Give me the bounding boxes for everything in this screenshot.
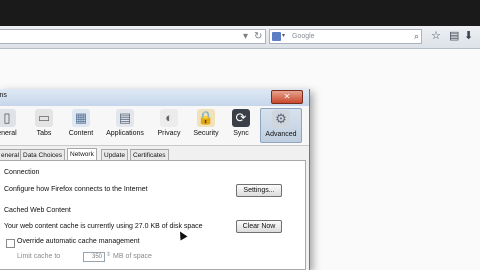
connection-description: Configure how Firefox connects to the In… bbox=[4, 186, 148, 193]
network-tab-panel: Connection Configure how Firefox connect… bbox=[0, 160, 306, 270]
connection-heading: Connection bbox=[4, 169, 40, 176]
tab-update[interactable]: Update bbox=[101, 149, 128, 160]
cache-limit-unit: MB of space bbox=[113, 253, 152, 260]
pane-advanced[interactable]: ⚙ Advanced bbox=[260, 108, 302, 143]
override-cache-label: Override automatic cache management bbox=[17, 238, 140, 245]
pane-sync[interactable]: ⟳ Sync bbox=[229, 108, 253, 143]
privacy-icon: ◐ bbox=[160, 109, 178, 127]
search-engine-dropdown-icon[interactable]: ▾ bbox=[282, 30, 285, 43]
dialog-title: ions bbox=[0, 92, 7, 99]
pane-tabs[interactable]: ▭ Tabs bbox=[30, 108, 58, 143]
download-icon[interactable]: ⬇ bbox=[464, 30, 473, 43]
pane-privacy[interactable]: ◐ Privacy bbox=[155, 108, 183, 143]
applications-icon: ▤ bbox=[116, 109, 134, 127]
pane-content[interactable]: ▦ Content bbox=[64, 108, 98, 143]
pane-applications[interactable]: ▤ Applications bbox=[103, 108, 147, 143]
tab-certificates[interactable]: Certificates bbox=[130, 149, 169, 160]
advanced-icon: ⚙ bbox=[272, 110, 290, 128]
reload-icon[interactable]: ↻ bbox=[254, 30, 262, 44]
bookmark-star-icon[interactable]: ☆ bbox=[431, 30, 441, 43]
override-cache-checkbox[interactable] bbox=[6, 239, 15, 248]
security-icon: 🔒 bbox=[197, 109, 215, 127]
tabs-icon: ▭ bbox=[35, 109, 53, 127]
window-top-bar bbox=[0, 0, 480, 26]
pane-sync-label: Sync bbox=[233, 130, 249, 137]
dropdown-icon[interactable]: ▾ bbox=[243, 30, 248, 44]
advanced-tabs: eneral Data Choices Network Update Certi… bbox=[0, 148, 309, 161]
cache-usage-text: Your web content cache is currently usin… bbox=[4, 223, 203, 230]
search-bar[interactable]: ▾ Google ⌕ bbox=[269, 29, 422, 44]
close-button[interactable]: ✕ bbox=[271, 90, 303, 104]
connection-settings-button[interactable]: Settings... bbox=[236, 184, 282, 197]
clear-cache-button[interactable]: Clear Now bbox=[236, 220, 282, 233]
general-icon: ▯ bbox=[0, 109, 16, 127]
pane-security[interactable]: 🔒 Security bbox=[190, 108, 222, 143]
pane-security-label: Security bbox=[193, 130, 219, 137]
pane-applications-label: Applications bbox=[106, 130, 144, 137]
pane-tabs-label: Tabs bbox=[36, 130, 52, 137]
cache-heading: Cached Web Content bbox=[4, 207, 71, 214]
search-engine-icon[interactable] bbox=[272, 32, 281, 41]
options-dialog: ions ✕ ▯ eneral ▭ Tabs ▦ Content ▤ Appli… bbox=[0, 89, 310, 270]
preference-pane-bar: ▯ eneral ▭ Tabs ▦ Content ▤ Applications… bbox=[0, 106, 309, 146]
pane-general-label: eneral bbox=[0, 130, 17, 137]
sync-icon: ⟳ bbox=[232, 109, 250, 127]
content-icon: ▦ bbox=[72, 109, 90, 127]
bookmarks-menu-icon[interactable]: ▤ bbox=[449, 30, 459, 43]
pane-general[interactable]: ▯ eneral bbox=[0, 108, 22, 143]
dialog-titlebar: ions ✕ bbox=[0, 89, 309, 106]
pane-advanced-label: Advanced bbox=[265, 131, 297, 138]
tab-general[interactable]: eneral bbox=[0, 149, 23, 160]
pane-privacy-label: Privacy bbox=[157, 130, 181, 137]
cache-limit-spinner-icon[interactable]: ⇕ bbox=[106, 251, 111, 258]
search-go-icon[interactable]: ⌕ bbox=[414, 30, 419, 43]
tab-data-choices[interactable]: Data Choices bbox=[20, 149, 66, 160]
url-bar[interactable]: ▾ ↻ bbox=[0, 29, 266, 44]
limit-cache-label: Limit cache to bbox=[17, 253, 61, 260]
pane-content-label: Content bbox=[68, 130, 94, 137]
cache-limit-input[interactable]: 350 bbox=[83, 252, 105, 262]
search-placeholder: Google bbox=[292, 33, 315, 40]
